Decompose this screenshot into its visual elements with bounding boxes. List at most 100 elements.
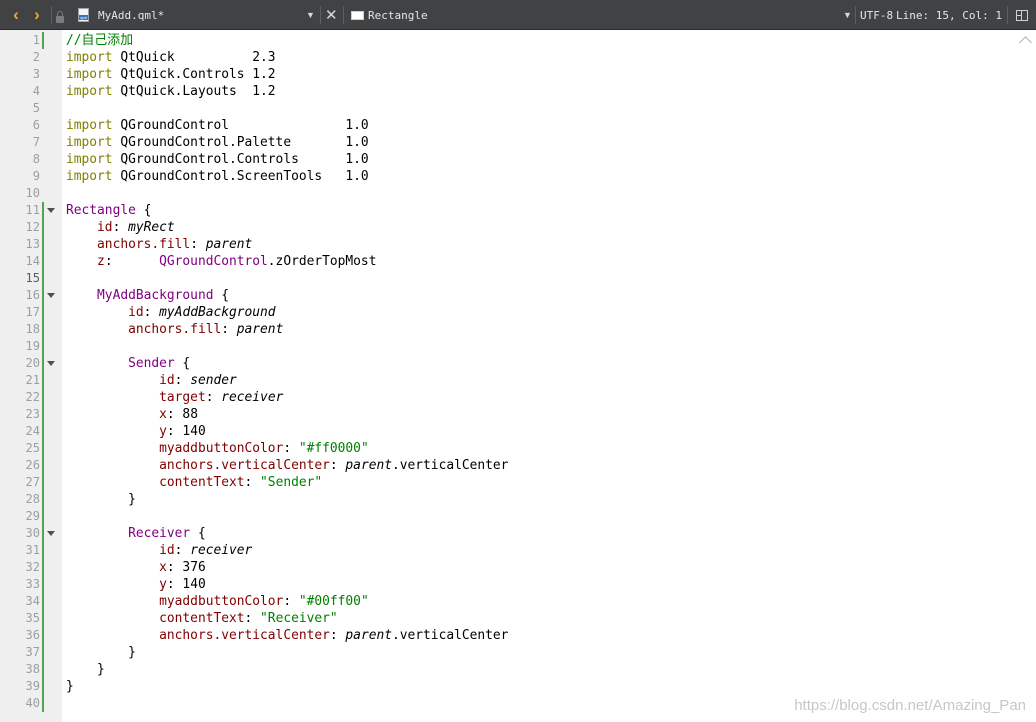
line-number[interactable]: 10 <box>0 185 40 202</box>
code-line[interactable]: y: 140 <box>66 423 206 440</box>
fold-toggle-icon[interactable] <box>47 531 55 536</box>
code-token: : <box>190 237 206 252</box>
line-number[interactable]: 15 <box>0 270 40 287</box>
encoding-label[interactable]: UTF-8 <box>860 0 893 30</box>
code-token: QtQuick 2.3 <box>112 50 276 65</box>
chevron-right-icon[interactable]: › <box>29 0 45 30</box>
code-line[interactable]: import QtQuick.Controls 1.2 <box>66 66 276 83</box>
code-line[interactable]: myaddbuttonColor: "#00ff00" <box>66 593 369 610</box>
line-number[interactable]: 3 <box>0 66 40 83</box>
line-number[interactable]: 31 <box>0 542 40 559</box>
code-line[interactable]: } <box>66 661 105 678</box>
fold-toggle-icon[interactable] <box>47 293 55 298</box>
line-number[interactable]: 34 <box>0 593 40 610</box>
line-number[interactable]: 37 <box>0 644 40 661</box>
code-line[interactable]: contentText: "Receiver" <box>66 610 338 627</box>
line-number[interactable]: 29 <box>0 508 40 525</box>
line-number[interactable]: 20 <box>0 355 40 372</box>
line-number[interactable]: 6 <box>0 117 40 134</box>
code-line[interactable]: import QGroundControl.Palette 1.0 <box>66 134 369 151</box>
line-number[interactable]: 40 <box>0 695 40 712</box>
line-number[interactable]: 28 <box>0 491 40 508</box>
line-number[interactable]: 36 <box>0 627 40 644</box>
line-number[interactable]: 14 <box>0 253 40 270</box>
line-number[interactable]: 5 <box>0 100 40 117</box>
code-line[interactable]: import QGroundControl.ScreenTools 1.0 <box>66 168 369 185</box>
line-number[interactable]: 11 <box>0 202 40 219</box>
line-number[interactable]: 9 <box>0 168 40 185</box>
line-number[interactable]: 2 <box>0 49 40 66</box>
close-document-icon[interactable]: ✕ <box>325 0 338 30</box>
code-line[interactable]: } <box>66 678 74 695</box>
code-line[interactable]: id: receiver <box>66 542 252 559</box>
line-number[interactable]: 24 <box>0 423 40 440</box>
code-line[interactable]: y: 140 <box>66 576 206 593</box>
fold-toggle-icon[interactable] <box>47 208 55 213</box>
line-number[interactable]: 39 <box>0 678 40 695</box>
code-editor[interactable]: 1 2 3 4 5 6 7 8 9 10 11 12 13 14 15 16 17 18 19 20 21 22 23 24 2… <box>0 30 1036 722</box>
line-number[interactable]: 23 <box>0 406 40 423</box>
chevron-left-icon[interactable]: ‹ <box>8 0 24 30</box>
symbol-dropdown-icon[interactable]: ▼ <box>843 0 852 30</box>
code-line[interactable]: id: sender <box>66 372 237 389</box>
code-line[interactable]: target: receiver <box>66 389 283 406</box>
line-number[interactable]: 1 <box>0 32 40 49</box>
scroll-up-icon[interactable] <box>1019 36 1032 49</box>
code-line[interactable]: z: QGroundControl.zOrderTopMost <box>66 253 376 270</box>
code-line[interactable]: import QtQuick 2.3 <box>66 49 276 66</box>
line-number[interactable]: 21 <box>0 372 40 389</box>
line-number[interactable]: 4 <box>0 83 40 100</box>
line-number[interactable]: 33 <box>0 576 40 593</box>
document-dropdown-icon[interactable]: ▼ <box>306 0 315 30</box>
line-number[interactable]: 27 <box>0 474 40 491</box>
code-token: QGroundControl.ScreenTools 1.0 <box>112 169 369 184</box>
line-number[interactable]: 8 <box>0 151 40 168</box>
vertical-scrollbar[interactable] <box>1016 30 1036 722</box>
line-number[interactable]: 18 <box>0 321 40 338</box>
code-text-area[interactable]: //自己添加 import QtQuick 2.3 import QtQuick.C… <box>66 30 1016 722</box>
code-line[interactable]: import QGroundControl.Controls 1.0 <box>66 151 369 168</box>
line-number[interactable]: 16 <box>0 287 40 304</box>
code-line[interactable]: id: myRect <box>66 219 175 236</box>
code-line[interactable]: //自己添加 <box>66 32 133 49</box>
line-number[interactable]: 19 <box>0 338 40 355</box>
code-line[interactable]: Sender { <box>66 355 190 372</box>
code-line[interactable]: anchors.fill: parent <box>66 236 252 253</box>
lock-icon[interactable] <box>56 0 64 30</box>
code-line[interactable]: contentText: "Sender" <box>66 474 322 491</box>
code-line[interactable]: Rectangle { <box>66 202 151 219</box>
code-line[interactable]: Receiver { <box>66 525 206 542</box>
line-number[interactable]: 7 <box>0 134 40 151</box>
code-line[interactable]: x: 376 <box>66 559 206 576</box>
code-token: { <box>135 203 152 218</box>
code-line[interactable]: myaddbuttonColor: "#ff0000" <box>66 440 369 457</box>
line-number[interactable]: 12 <box>0 219 40 236</box>
code-line[interactable]: MyAddBackground { <box>66 287 229 304</box>
code-line[interactable]: import QtQuick.Layouts 1.2 <box>66 83 276 100</box>
code-line[interactable]: } <box>66 644 136 661</box>
line-number[interactable]: 13 <box>0 236 40 253</box>
symbol-selector[interactable]: Rectangle <box>368 0 428 30</box>
code-line[interactable]: import QGroundControl 1.0 <box>66 117 369 134</box>
code-line[interactable]: id: myAddBackground <box>66 304 275 321</box>
code-line[interactable]: anchors.verticalCenter: parent.verticalC… <box>66 627 508 644</box>
code-line[interactable]: anchors.verticalCenter: parent.verticalC… <box>66 457 508 474</box>
toolbar-divider <box>320 6 321 24</box>
line-number[interactable]: 17 <box>0 304 40 321</box>
line-number[interactable]: 30 <box>0 525 40 542</box>
cursor-position[interactable]: Line: 15, Col: 1 <box>896 0 1002 30</box>
line-number-gutter[interactable]: 1 2 3 4 5 6 7 8 9 10 11 12 13 14 15 16 17 18 19 20 21 22 23 24 2… <box>0 30 62 722</box>
code-line[interactable]: } <box>66 491 136 508</box>
line-number[interactable]: 22 <box>0 389 40 406</box>
line-number[interactable]: 38 <box>0 661 40 678</box>
code-line[interactable]: x: 88 <box>66 406 198 423</box>
fold-toggle-icon[interactable] <box>47 361 55 366</box>
code-line[interactable]: anchors.fill: parent <box>66 321 283 338</box>
line-number[interactable]: 35 <box>0 610 40 627</box>
line-number[interactable]: 32 <box>0 559 40 576</box>
line-number[interactable]: 26 <box>0 457 40 474</box>
line-number[interactable]: 25 <box>0 440 40 457</box>
open-document-name[interactable]: MyAdd.qml* <box>98 0 164 30</box>
split-editor-icon[interactable] <box>1016 0 1028 30</box>
